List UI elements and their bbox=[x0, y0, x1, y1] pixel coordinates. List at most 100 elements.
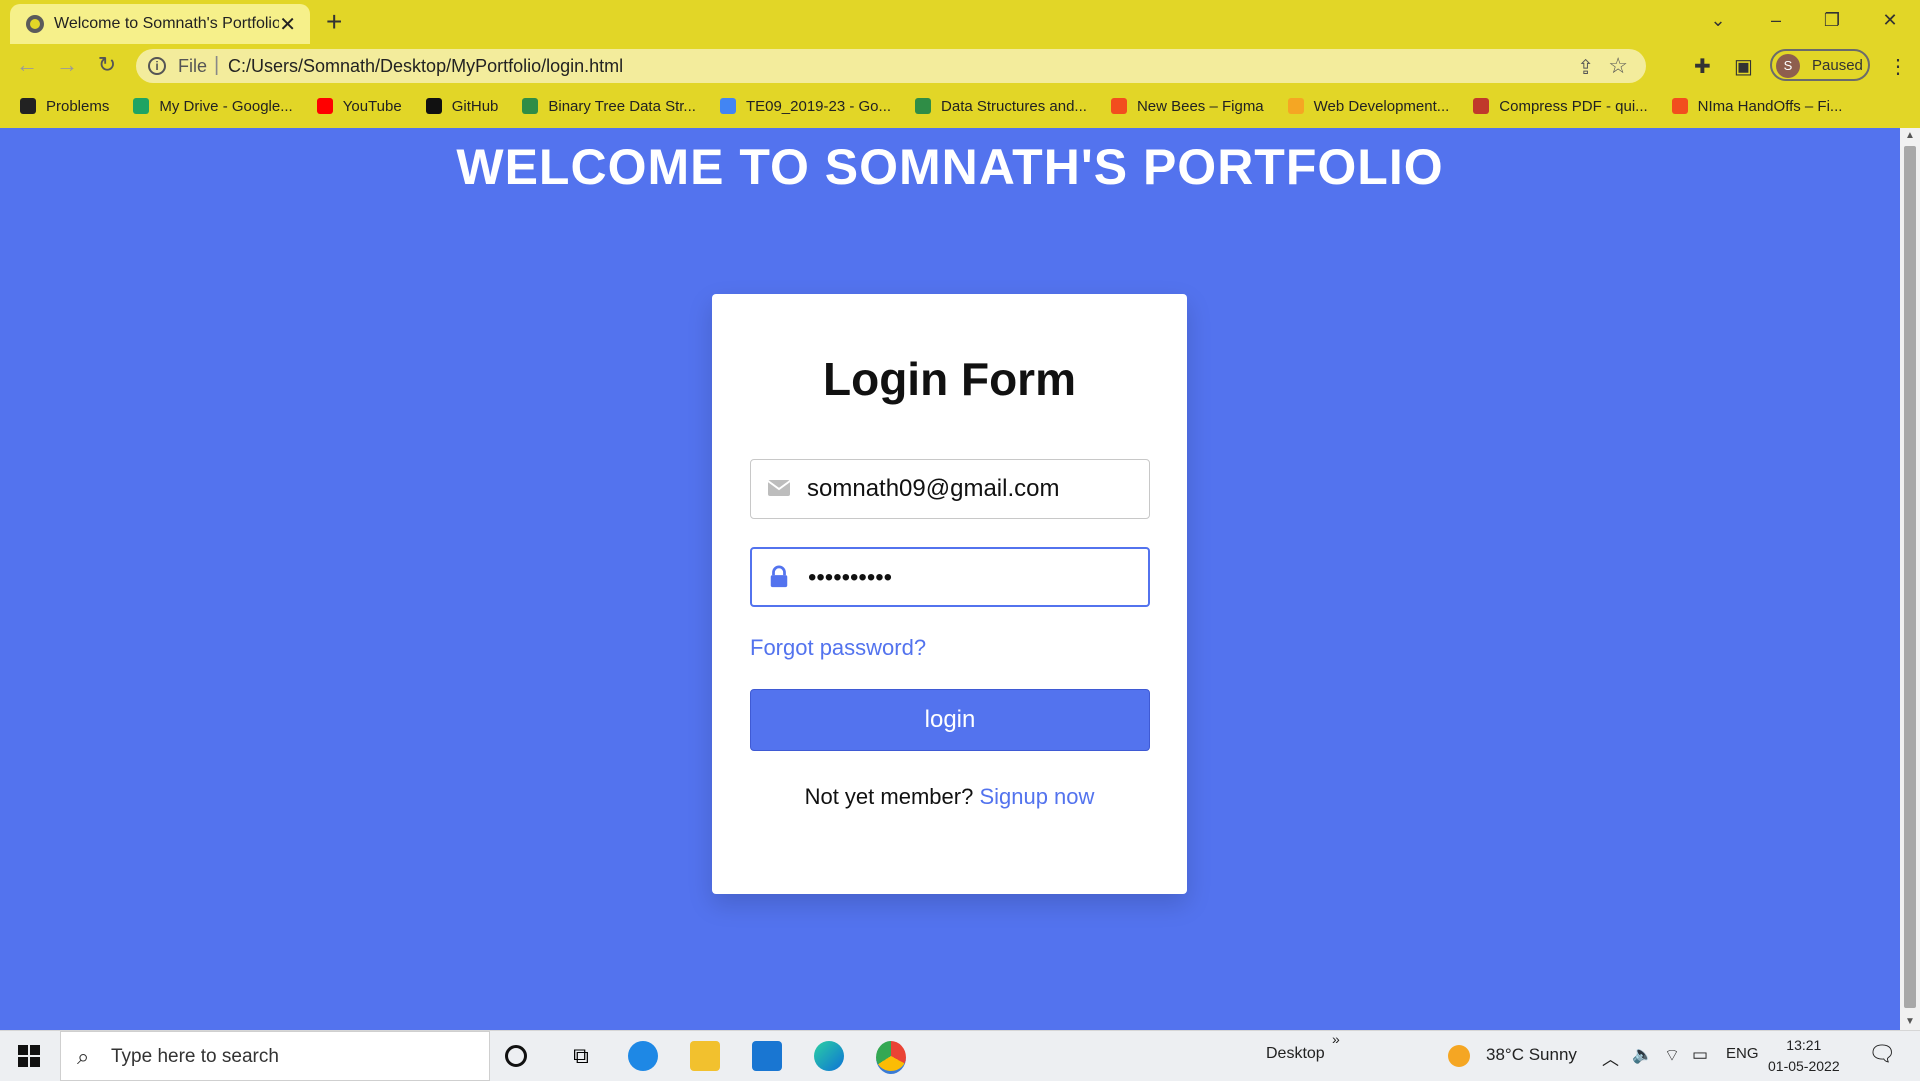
globe-icon bbox=[26, 15, 44, 33]
leetcode-icon bbox=[20, 98, 36, 114]
bookmark-item[interactable]: My Drive - Google... bbox=[133, 97, 293, 115]
windows-taskbar: ⌕ Type here to search ⧉ Desktop » 38°C S… bbox=[0, 1030, 1920, 1081]
profile-button[interactable]: S Paused bbox=[1770, 49, 1870, 81]
search-placeholder: Type here to search bbox=[111, 1046, 279, 1067]
pdf-icon bbox=[1473, 98, 1490, 114]
url-text[interactable]: C:/Users/Somnath/Desktop/MyPortfolio/log… bbox=[228, 56, 623, 77]
bookmark-label: My Drive - Google... bbox=[159, 97, 293, 115]
profile-status: Paused bbox=[1812, 57, 1863, 74]
figma-icon bbox=[1671, 98, 1688, 114]
cortana-icon[interactable] bbox=[505, 1045, 527, 1067]
notifications-icon[interactable]: 🗨 bbox=[1868, 1041, 1896, 1067]
bookmark-label: Web Development... bbox=[1313, 97, 1450, 115]
side-panel-icon[interactable]: ▣ bbox=[1734, 54, 1753, 79]
login-button[interactable]: login bbox=[750, 689, 1150, 751]
bookmark-label: Compress PDF - qui... bbox=[1499, 97, 1648, 115]
windows-start-icon[interactable] bbox=[18, 1045, 40, 1067]
google-classroom-icon bbox=[719, 98, 736, 114]
weather-sun-icon[interactable] bbox=[1448, 1045, 1470, 1067]
bookmark-label: New Bees – Figma bbox=[1136, 97, 1264, 115]
signup-link[interactable]: Signup now bbox=[979, 784, 1094, 809]
lock-icon bbox=[770, 565, 788, 588]
bookmark-item[interactable]: GitHub bbox=[425, 97, 499, 115]
bookmark-item[interactable]: Binary Tree Data Str... bbox=[522, 98, 696, 115]
password-field[interactable] bbox=[750, 547, 1150, 607]
share-icon[interactable]: ⇪ bbox=[1577, 55, 1594, 80]
scroll-down-icon[interactable]: ▼ bbox=[1900, 1014, 1920, 1030]
page-content: WELCOME TO SOMNATH'S PORTFOLIO Login For… bbox=[0, 128, 1900, 1030]
bookmark-item[interactable]: YouTube bbox=[316, 98, 402, 115]
github-icon bbox=[425, 98, 442, 114]
scroll-up-icon[interactable]: ▲ bbox=[1900, 128, 1920, 144]
avatar: S bbox=[1776, 54, 1800, 78]
signup-prompt: Not yet member? bbox=[804, 784, 974, 809]
scrollbar-thumb[interactable] bbox=[1904, 146, 1916, 1008]
bookmark-label: Binary Tree Data Str... bbox=[548, 97, 696, 115]
bookmark-item[interactable]: Web Development... bbox=[1287, 97, 1450, 115]
bookmark-label: Problems bbox=[46, 97, 110, 115]
battery-icon[interactable]: ▭ bbox=[1692, 1045, 1708, 1065]
site-info-icon[interactable]: i bbox=[148, 57, 166, 75]
clock-time: 13:21 bbox=[1786, 1037, 1822, 1053]
web-dev-icon bbox=[1287, 98, 1304, 114]
forgot-password-link[interactable]: Forgot password? bbox=[750, 635, 926, 661]
tab-title: Welcome to Somnath's Portfolio bbox=[54, 15, 280, 32]
bookmark-star-icon[interactable]: ☆ bbox=[1608, 53, 1628, 79]
weather-text[interactable]: 38°C Sunny bbox=[1486, 1045, 1577, 1065]
volume-icon[interactable]: 🔈 bbox=[1632, 1045, 1653, 1065]
new-tab-button[interactable]: + bbox=[326, 6, 342, 38]
file-explorer-icon[interactable] bbox=[690, 1041, 720, 1071]
geeksforgeeks-icon bbox=[522, 98, 539, 114]
desktop-toolbar-label[interactable]: Desktop bbox=[1266, 1045, 1325, 1063]
extensions-icon[interactable]: ✚ bbox=[1694, 54, 1711, 79]
form-title: Login Form bbox=[823, 353, 1076, 405]
password-input[interactable] bbox=[808, 559, 1138, 597]
restore-icon[interactable]: ❐ bbox=[1808, 4, 1856, 36]
tab-close-icon[interactable]: ✕ bbox=[279, 12, 296, 37]
wifi-icon[interactable]: ⌔ bbox=[1664, 1045, 1680, 1066]
taskbar-search[interactable]: ⌕ Type here to search bbox=[60, 1031, 490, 1081]
bookmark-item[interactable]: Compress PDF - qui... bbox=[1473, 97, 1648, 115]
browser-chrome: Welcome to Somnath's Portfolio ✕ + ⌄ – ❐… bbox=[0, 0, 1920, 128]
bookmark-label: Data Structures and... bbox=[941, 97, 1087, 115]
forward-icon[interactable]: → bbox=[52, 50, 82, 80]
bookmark-item[interactable]: NImа HandOffs – Fi... bbox=[1671, 97, 1843, 115]
browser-tab[interactable]: Welcome to Somnath's Portfolio ✕ bbox=[10, 4, 310, 44]
bookmark-item[interactable]: TE09_2019-23 - Go... bbox=[719, 97, 892, 115]
figma-icon bbox=[1110, 98, 1127, 114]
bookmark-item[interactable]: New Bees – Figma bbox=[1110, 97, 1264, 115]
browser-toolbar: ← → ↻ i File | C:/Users/Somnath/Desktop/… bbox=[0, 44, 1920, 86]
bookmark-label: GitHub bbox=[451, 97, 499, 115]
toolbar-expand-icon[interactable]: » bbox=[1332, 1031, 1340, 1047]
chrome-icon[interactable] bbox=[876, 1041, 906, 1074]
reload-icon[interactable]: ↻ bbox=[92, 50, 122, 80]
clock[interactable]: 13:21 01-05-2022 bbox=[1768, 1035, 1840, 1077]
vertical-scrollbar[interactable]: ▲ ▼ bbox=[1900, 128, 1920, 1030]
signup-row: Not yet member? Signup now bbox=[712, 784, 1187, 810]
mail-icon[interactable] bbox=[752, 1041, 782, 1071]
bookmark-label: TE09_2019-23 - Go... bbox=[745, 97, 892, 115]
bookmark-item[interactable]: Problems bbox=[20, 98, 109, 115]
language-indicator[interactable]: ENG bbox=[1726, 1045, 1759, 1062]
email-input[interactable] bbox=[807, 470, 1137, 508]
url-scheme: File bbox=[178, 56, 208, 76]
bookmark-label: NImа HandOffs – Fi... bbox=[1697, 97, 1843, 115]
clock-date: 01-05-2022 bbox=[1768, 1058, 1840, 1074]
close-window-icon[interactable]: ✕ bbox=[1866, 4, 1914, 36]
email-field[interactable] bbox=[750, 459, 1150, 519]
youtube-icon bbox=[316, 98, 333, 114]
bookmark-item[interactable]: Data Structures and... bbox=[915, 98, 1087, 115]
show-hidden-icons-icon[interactable]: ︿ bbox=[1602, 1045, 1619, 1070]
google-drive-icon bbox=[133, 98, 150, 114]
search-icon: ⌕ bbox=[77, 1044, 90, 1069]
address-bar[interactable]: i File | C:/Users/Somnath/Desktop/MyPort… bbox=[136, 49, 1646, 83]
tab-search-icon[interactable]: ⌄ bbox=[1694, 4, 1742, 36]
bookmarks-bar: Problems My Drive - Google... YouTube GitHu… bbox=[0, 92, 1920, 120]
back-icon[interactable]: ← bbox=[12, 50, 42, 80]
app-icon[interactable] bbox=[628, 1041, 658, 1071]
menu-kebab-icon[interactable]: ⋮ bbox=[1888, 54, 1908, 79]
task-view-icon[interactable]: ⧉ bbox=[566, 1041, 596, 1071]
url-separator: | bbox=[214, 54, 220, 76]
minimize-icon[interactable]: – bbox=[1752, 4, 1800, 36]
edge-icon[interactable] bbox=[814, 1041, 844, 1071]
